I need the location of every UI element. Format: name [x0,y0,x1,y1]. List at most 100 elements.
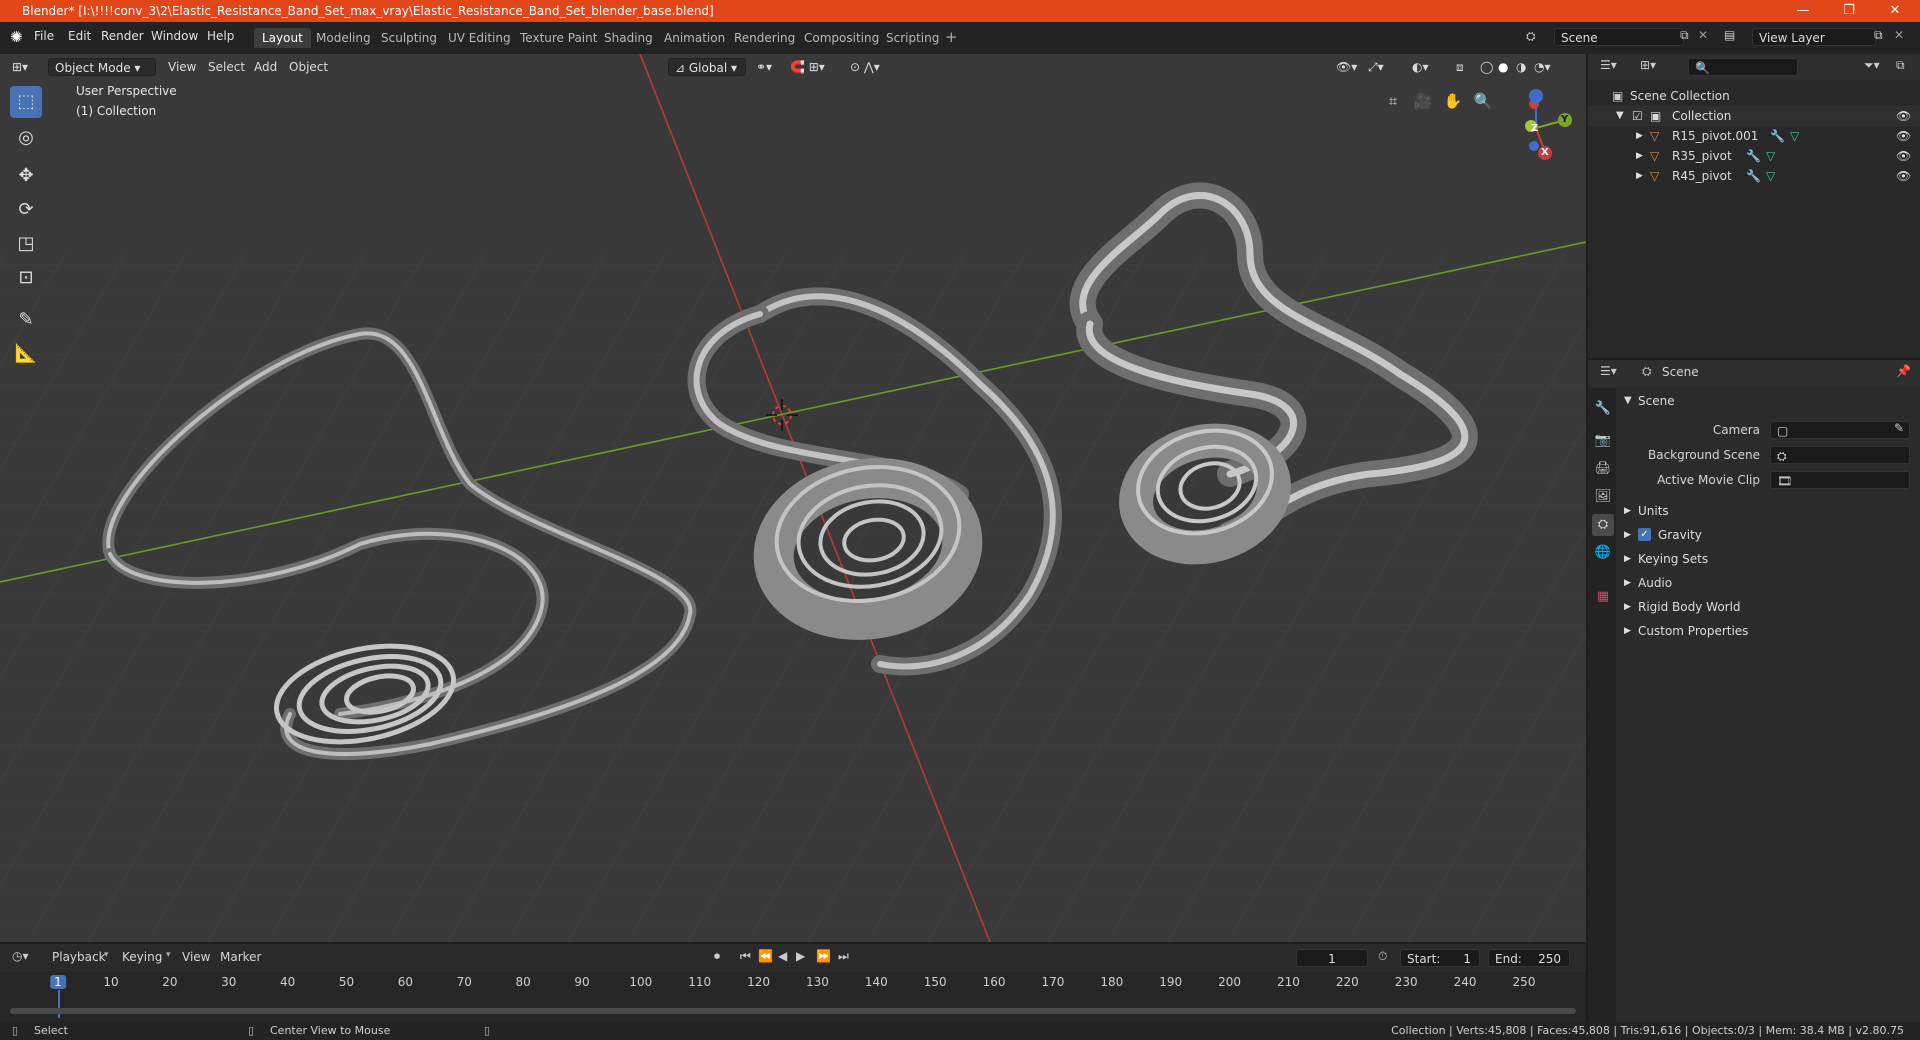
output-tab-icon[interactable]: 🖨 [1592,458,1614,480]
expand-arrow-icon[interactable]: ▶ [1624,500,1631,522]
expand-arrow-icon[interactable]: ▶ [1624,596,1631,618]
scene-field[interactable]: Scene [1554,28,1684,46]
modifier-icon[interactable]: 🔧 [1770,126,1785,146]
rendered-shading-icon[interactable]: ◔▾ [1534,58,1551,76]
annotate-tool-icon[interactable]: ✎ [10,304,42,336]
play-reverse-icon[interactable]: ◀ [778,949,787,963]
outliner-row-object[interactable]: ▶ ▽ R15_pivot.001 🔧 ▽ 👁 [1588,126,1920,146]
filter-icon[interactable]: ⏷▾ [1864,58,1880,73]
material-shading-icon[interactable]: ◑ [1516,58,1526,76]
outliner-row-scene-collection[interactable]: ▣ Scene Collection [1588,86,1920,106]
collapse-arrow-icon[interactable]: ▼ [1616,106,1624,126]
solid-shading-icon[interactable]: ● [1498,58,1508,76]
gizmo-x-label[interactable]: X [1541,147,1549,158]
pin-icon[interactable]: 📌 [1896,364,1911,378]
keying-sets-subpanel[interactable]: ▶ Keying Sets [1620,548,1916,570]
mesh-data-icon[interactable]: ▽ [1766,166,1775,186]
tab-shading[interactable]: Shading [596,28,661,48]
mode-selector[interactable]: Object Mode ▾ [48,58,156,76]
orientation-selector[interactable]: ⊿ Global ▾ [668,58,746,76]
tab-texture-paint[interactable]: Texture Paint [512,28,605,48]
modifier-icon[interactable]: 🔧 [1746,146,1761,166]
menu-render[interactable]: Render [101,29,144,43]
record-icon[interactable]: ⏺ [714,949,720,964]
expand-arrow-icon[interactable]: ▶ [1624,548,1631,570]
background-scene-field[interactable]: ⛭ [1770,446,1910,464]
outliner-row-object[interactable]: ▶ ▽ R45_pivot 🔧 ▽ 👁 [1588,166,1920,186]
3d-viewport[interactable]: Z Y X User Perspective (1) Collection ⬚ … [0,54,1586,942]
timeline-scrollbar[interactable] [10,1008,1576,1014]
rigid-body-world-subpanel[interactable]: ▶ Rigid Body World [1620,596,1916,618]
units-subpanel[interactable]: ▶ Units [1620,500,1916,522]
timeline-ruler[interactable]: 1 10 20 30 40 50 60 70 80 90 100 110 120 130 140 150 160… [0,972,1586,1018]
tool-tab-icon[interactable]: 🔧 [1592,398,1614,420]
timeline-menu-marker[interactable]: Marker [220,950,261,964]
next-keyframe-icon[interactable]: ⏩ [816,949,831,963]
remove-view-layer-icon[interactable]: ✕ [1894,28,1904,42]
move-tool-icon[interactable]: ✥ [10,160,42,192]
outliner-editor-type-icon[interactable]: ☰▾ [1600,58,1617,72]
properties-editor-type-icon[interactable]: ☰▾ [1600,364,1617,378]
scene-panel-header[interactable]: ▼ Scene [1620,390,1916,412]
close-button[interactable]: ✕ [1872,0,1918,22]
wireframe-shading-icon[interactable]: ◯ [1480,58,1493,76]
eye-icon[interactable]: 👁 [1896,146,1911,166]
eyedropper-icon[interactable]: ✎ [1894,421,1904,435]
tab-animation[interactable]: Animation [656,28,733,48]
new-collection-icon[interactable]: ⧉ [1896,58,1905,73]
play-icon[interactable]: ▶ [796,949,805,963]
timeline-menu-keying[interactable]: Keying [122,950,162,964]
outliner-search-input[interactable]: 🔍 [1688,58,1798,76]
scale-tool-icon[interactable]: ◳ [10,228,42,260]
display-mode-icon[interactable]: ⊞▾ [1640,58,1656,72]
timeline-playhead[interactable]: 1 [50,975,66,989]
outliner-row-collection[interactable]: ▼ ☑ ▣ Collection 👁 [1588,106,1920,126]
gravity-checkbox[interactable]: ✓ [1638,528,1651,541]
editor-type-icon[interactable]: ⊞▾ [12,58,28,76]
timeline-menu-playback[interactable]: Playback [52,950,106,964]
add-workspace-icon[interactable]: + [945,28,958,46]
scene-browse-icon[interactable]: ⛭ [1526,29,1536,44]
pan-view-icon[interactable]: ✋ [1442,90,1464,112]
timeline-body[interactable]: 1 10 20 30 40 50 60 70 80 90 100 110 120 130 140 150 160… [0,972,1586,1022]
clock-icon[interactable]: ⏱ [1378,949,1387,964]
overlay-toggle-icon[interactable]: ◐▾ [1412,58,1429,76]
outliner-row-object[interactable]: ▶ ▽ R35_pivot 🔧 ▽ 👁 [1588,146,1920,166]
jump-start-icon[interactable]: ⏮ [740,949,751,964]
expand-arrow-icon[interactable]: ▶ [1636,166,1643,186]
world-tab-icon[interactable]: 🌐 [1592,542,1614,564]
gizmo-toggle-icon[interactable]: ⤢▾ [1368,58,1384,76]
eye-icon[interactable]: 👁 [1896,126,1911,146]
maximize-button[interactable]: ❐ [1826,0,1872,22]
tab-rendering[interactable]: Rendering [726,28,803,48]
viewport-menu-add[interactable]: Add [254,58,277,76]
visibility-icon[interactable]: 👁▾ [1336,58,1357,76]
custom-properties-subpanel[interactable]: ▶ Custom Properties [1620,620,1916,642]
gravity-subpanel[interactable]: ▶ ✓ Gravity [1620,524,1916,546]
viewport-menu-select[interactable]: Select [208,58,245,76]
tab-sculpting[interactable]: Sculpting [373,28,445,48]
mesh-data-icon[interactable]: ▽ [1790,126,1799,146]
tab-scripting[interactable]: Scripting [878,28,947,48]
render-tab-icon[interactable]: 📷 [1592,430,1614,452]
camera-view-icon[interactable]: 🎥 [1412,90,1434,112]
timeline-editor-type-icon[interactable]: ◷▾ [12,949,29,963]
view-layer-field[interactable]: View Layer [1752,28,1876,46]
tab-compositing[interactable]: Compositing [796,28,887,48]
prev-keyframe-icon[interactable]: ⏪ [758,949,773,963]
expand-arrow-icon[interactable]: ▶ [1624,524,1631,546]
menu-window[interactable]: Window [151,29,198,43]
checkbox-icon[interactable]: ☑ [1632,106,1643,126]
expand-arrow-icon[interactable]: ▶ [1636,146,1643,166]
texture-tab-icon[interactable]: ▦ [1592,586,1614,608]
measure-tool-icon[interactable]: 📐 [10,338,42,370]
menu-edit[interactable]: Edit [68,29,91,43]
current-frame-field[interactable]: 1 [1296,949,1368,967]
expand-arrow-icon[interactable]: ▶ [1624,620,1631,642]
tab-modeling[interactable]: Modeling [308,28,379,48]
eye-icon[interactable]: 👁 [1896,166,1911,186]
gizmo-y-label[interactable]: Y [1561,114,1568,125]
snap-icon[interactable]: 🧲 ⊞▾ [790,58,825,76]
zoom-view-icon[interactable]: 🔍 [1472,90,1494,112]
viewport-menu-view[interactable]: View [168,58,196,76]
